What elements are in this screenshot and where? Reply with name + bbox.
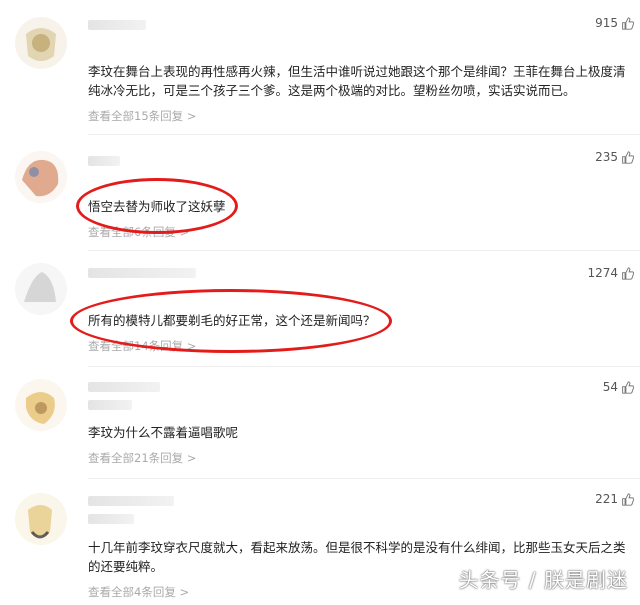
like-count[interactable]: 235 <box>595 150 634 164</box>
comment-text: 所有的模特儿都要剃毛的好正常，这个还是新闻吗？ <box>88 313 376 328</box>
thumbs-up-icon <box>621 380 634 394</box>
view-replies-link[interactable]: 查看全部4条回复 > <box>88 584 189 600</box>
like-count[interactable]: 54 <box>603 380 634 394</box>
like-count[interactable]: 221 <box>595 492 634 506</box>
view-replies-link[interactable]: 查看全部6条回复 > <box>88 224 189 240</box>
avatar[interactable] <box>14 16 68 70</box>
view-replies-link[interactable]: 查看全部15条回复 > <box>88 108 196 124</box>
user-subtitle <box>88 400 132 410</box>
thumbs-up-icon <box>621 492 634 506</box>
avatar[interactable] <box>14 378 68 432</box>
like-count-value: 54 <box>602 380 618 394</box>
like-count[interactable]: 1274 <box>587 266 634 280</box>
comment-text: 悟空去替为师收了这妖孽 <box>88 199 226 214</box>
avatar[interactable] <box>14 492 68 546</box>
thumbs-up-icon <box>621 16 634 30</box>
username[interactable] <box>88 382 160 392</box>
username[interactable] <box>88 496 174 506</box>
username[interactable] <box>88 20 146 30</box>
view-replies-link[interactable]: 查看全部14条回复 > <box>88 338 196 354</box>
like-count-value: 915 <box>595 16 618 30</box>
avatar[interactable] <box>14 150 68 204</box>
like-count-value: 1274 <box>587 266 618 280</box>
thumbs-up-icon <box>621 266 634 280</box>
comment-text: 李玟为什么不露着逼唱歌呢 <box>88 425 239 440</box>
like-count-value: 235 <box>595 150 618 164</box>
divider <box>88 366 640 367</box>
username[interactable] <box>88 156 120 166</box>
divider <box>88 134 640 135</box>
like-count[interactable]: 915 <box>595 16 634 30</box>
comment-text: 李玟在舞台上表现的再性感再火辣，但生活中谁听说过她跟这个那个是绯闻？王菲在舞台上… <box>88 64 626 98</box>
watermark: 头条号 / 朕是剧迷 <box>458 568 628 592</box>
view-replies-link[interactable]: 查看全部21条回复 > <box>88 450 196 466</box>
like-count-value: 221 <box>595 492 618 506</box>
user-subtitle <box>88 514 134 524</box>
avatar[interactable] <box>14 262 68 316</box>
divider <box>88 250 640 251</box>
divider <box>88 478 640 479</box>
thumbs-up-icon <box>621 150 634 164</box>
username[interactable] <box>88 268 196 278</box>
